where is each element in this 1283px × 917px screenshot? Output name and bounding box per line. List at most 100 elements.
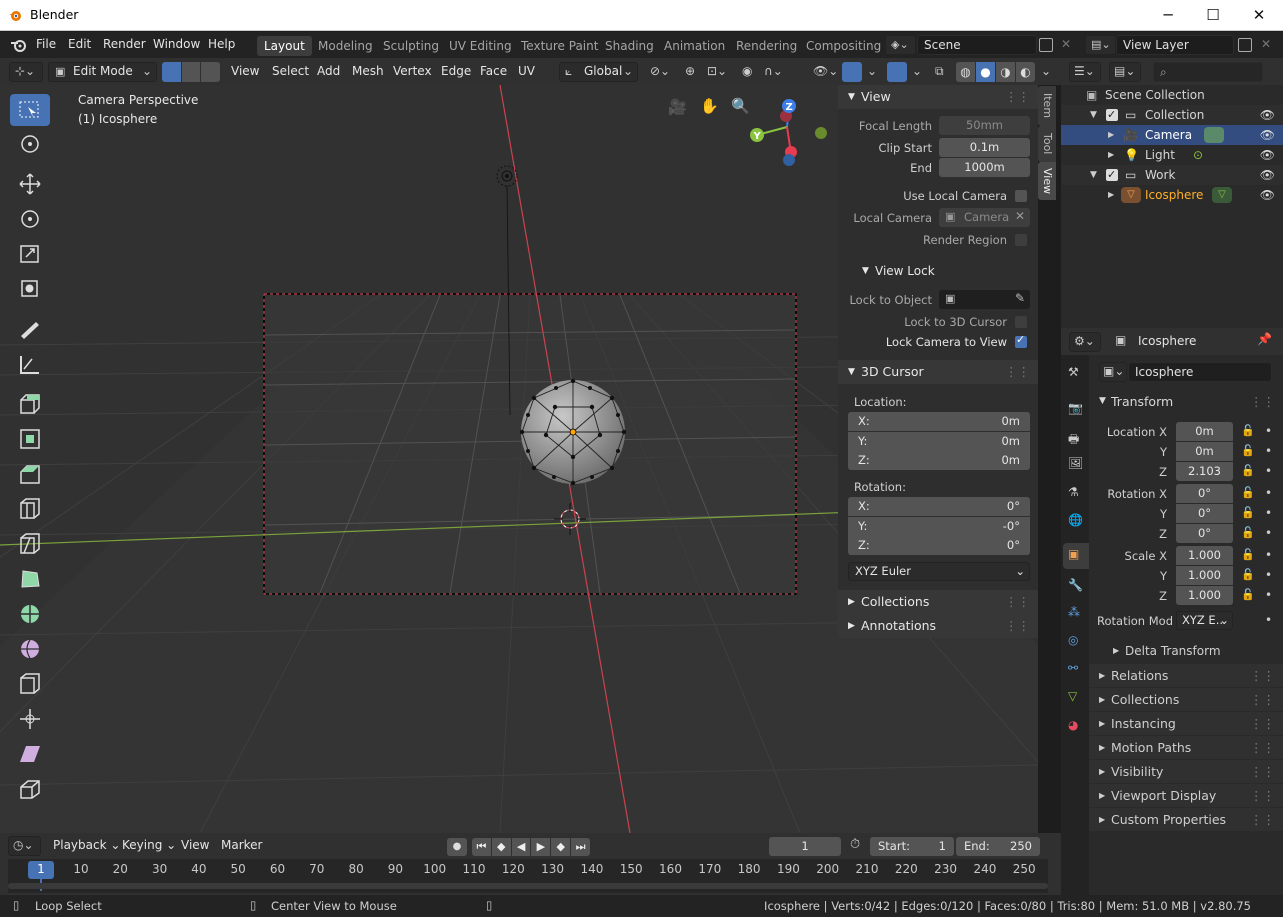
rotate-tool[interactable] [10, 203, 50, 235]
poly-build-tool[interactable] [10, 563, 50, 595]
annotations-section-header[interactable]: ▶ Annotations ⋮⋮ [838, 614, 1038, 638]
outliner-row-light[interactable]: ▶ 💡 Light ⊙ 👁 [1061, 145, 1283, 165]
keyframe-dot-icon[interactable]: • [1265, 568, 1272, 582]
collections-section-header[interactable]: ▶ Collections ⋮⋮ [1089, 688, 1283, 711]
include-checkbox[interactable]: ✓ [1106, 168, 1118, 181]
eyedropper-icon[interactable]: ✎ [1015, 291, 1025, 305]
delete-view-layer-icon[interactable]: ✕ [1261, 37, 1271, 51]
mode-dropdown[interactable]: ▣ Edit Mode ⌄ [48, 62, 157, 82]
preview-range-icon[interactable]: ⏱ [850, 837, 860, 852]
outliner-row-collection[interactable]: ▼ ✓ ▭ Collection 👁 [1061, 105, 1283, 125]
transform-section-header[interactable]: ▼ Transform ⋮⋮ [1089, 390, 1283, 413]
view-lock-section-header[interactable]: ▼ View Lock [852, 259, 1038, 283]
keyframe-dot-icon[interactable]: • [1265, 464, 1272, 478]
keyframe-dot-icon[interactable]: • [1265, 526, 1272, 540]
chevron-right-icon[interactable]: ▶ [1108, 185, 1114, 205]
chevron-right-icon[interactable]: ▶ [1108, 125, 1114, 145]
drag-handle-icon[interactable]: ⋮⋮ [1250, 664, 1275, 687]
falloff-icon[interactable]: ∩⌄ [759, 62, 788, 82]
mesh-data-tab-icon[interactable]: ▽ [1068, 689, 1077, 703]
outliner-row-icosphere[interactable]: ▶ ▽ Icosphere ▽ 👁 [1061, 185, 1283, 205]
view-section-header[interactable]: ▼ View ⋮⋮ [838, 85, 1038, 109]
rotation-mode-dropdown[interactable]: XYZ E.. ⌄ [1176, 611, 1233, 630]
lock-icon[interactable]: 🔓 [1241, 444, 1255, 457]
menu-render[interactable]: Render [103, 37, 146, 51]
cursor-rotation-x-field[interactable]: X: 0° [848, 497, 1030, 516]
object-name-field[interactable]: Icosphere [1128, 362, 1272, 382]
tool-tab-icon[interactable]: ⚒ [1068, 365, 1079, 379]
render-region-checkbox[interactable] [1015, 234, 1027, 246]
shrink-fatten-tool[interactable] [10, 703, 50, 735]
navigation-gizmo[interactable]: Z Y [740, 93, 835, 173]
solid-shading-icon[interactable]: ● [976, 62, 995, 82]
tab-uv-editing[interactable]: UV Editing [442, 36, 519, 56]
cursor-rotation-z-field[interactable]: Z: 0° [848, 536, 1030, 555]
lock-icon[interactable]: 🔓 [1241, 486, 1255, 499]
lock-icon[interactable]: 🔓 [1241, 424, 1255, 437]
start-frame-field[interactable]: Start: 1 [870, 837, 954, 856]
menu-view[interactable]: View [226, 62, 264, 82]
menu-uv[interactable]: UV [513, 62, 540, 82]
mesh-data-icon[interactable]: ▽ [1212, 187, 1232, 203]
inset-faces-tool[interactable] [10, 423, 50, 455]
world-tab-icon[interactable]: 🌐 [1068, 513, 1083, 527]
menu-edge[interactable]: Edge [436, 62, 476, 82]
menu-help[interactable]: Help [208, 37, 235, 51]
loop-cut-tool[interactable] [10, 493, 50, 525]
keyframe-dot-icon[interactable]: • [1265, 424, 1272, 438]
scene-name-field[interactable]: Scene [917, 35, 1037, 55]
material-tab-icon[interactable]: ◕ [1068, 718, 1078, 732]
lock-icon[interactable]: 🔓 [1241, 588, 1255, 601]
display-mode-button[interactable]: ▤⌄ [1109, 62, 1141, 82]
clip-start-field[interactable]: 0.1m [939, 138, 1030, 157]
auto-keying-icon[interactable]: ● [447, 838, 467, 856]
custom-properties-section-header[interactable]: ▶ Custom Properties ⋮⋮ [1089, 808, 1283, 831]
pan-hand-icon[interactable]: ✋ [700, 97, 719, 115]
shear-tool[interactable] [10, 738, 50, 770]
proportional-edit-icon[interactable]: ◉ [737, 62, 757, 82]
outliner-search-input[interactable]: ⌕ [1153, 62, 1263, 82]
relations-section-header[interactable]: ▶ Relations ⋮⋮ [1089, 664, 1283, 687]
cursor-location-y-field[interactable]: Y: 0m [848, 432, 1030, 451]
current-frame-field[interactable]: 1 [769, 837, 841, 856]
object-tab[interactable]: ▣ [1063, 543, 1089, 569]
clip-end-field[interactable]: 1000m [939, 158, 1030, 177]
snap-icon[interactable]: ⊕ [680, 62, 700, 82]
new-view-layer-icon[interactable] [1238, 38, 1252, 52]
view-layer-name-field[interactable]: View Layer [1116, 35, 1234, 55]
eye-icon[interactable]: 👁 [1260, 125, 1275, 145]
tab-animation[interactable]: Animation [657, 36, 732, 56]
physics-tab-icon[interactable]: ◎ [1068, 633, 1078, 647]
constraints-tab-icon[interactable]: ⚯ [1068, 661, 1078, 675]
tab-view[interactable]: View [1038, 162, 1056, 200]
drag-handle-icon[interactable]: ⋮⋮ [1005, 85, 1030, 109]
lock-icon[interactable]: 🔓 [1241, 526, 1255, 539]
visibility-icon[interactable]: 👁⌄ [808, 62, 843, 82]
editor-type-button[interactable]: ⊹⌄ [9, 62, 43, 82]
timeline-menu-keying[interactable]: Keying ⌄ [117, 836, 181, 856]
use-local-camera-checkbox[interactable] [1015, 190, 1027, 202]
tab-texture-paint[interactable]: Texture Paint [514, 36, 605, 56]
keyframe-dot-icon[interactable]: • [1265, 486, 1272, 500]
location-x-field[interactable]: 0m [1176, 422, 1233, 441]
drag-handle-icon[interactable]: ⋮⋮ [1250, 712, 1275, 735]
delete-scene-icon[interactable]: ✕ [1061, 37, 1071, 51]
drag-handle-icon[interactable]: ⋮⋮ [1005, 614, 1030, 638]
scale-x-field[interactable]: 1.000 [1176, 546, 1233, 565]
lock-icon[interactable]: 🔓 [1241, 464, 1255, 477]
motion-paths-section-header[interactable]: ▶ Motion Paths ⋮⋮ [1089, 736, 1283, 759]
overlay-toggle-icon[interactable] [887, 62, 907, 82]
pivot-point-icon[interactable]: ⊘⌄ [645, 62, 675, 82]
drag-handle-icon[interactable]: ⋮⋮ [1005, 590, 1030, 614]
object-browse-button[interactable]: ▣⌄ [1099, 362, 1127, 382]
scale-z-field[interactable]: 1.000 [1176, 586, 1233, 605]
particles-tab-icon[interactable]: ⁂ [1068, 605, 1080, 619]
lock-to-cursor-checkbox[interactable] [1015, 316, 1027, 328]
select-box-tool[interactable] [10, 94, 50, 126]
instancing-section-header[interactable]: ▶ Instancing ⋮⋮ [1089, 712, 1283, 735]
outliner-row-camera[interactable]: ▶ 🎥 Camera 👁 [1061, 125, 1283, 145]
tab-compositing[interactable]: Compositing [799, 36, 888, 56]
drag-handle-icon[interactable]: ⋮⋮ [1250, 688, 1275, 711]
drag-handle-icon[interactable]: ⋮⋮ [1250, 784, 1275, 807]
eye-icon[interactable]: 👁 [1260, 185, 1275, 205]
